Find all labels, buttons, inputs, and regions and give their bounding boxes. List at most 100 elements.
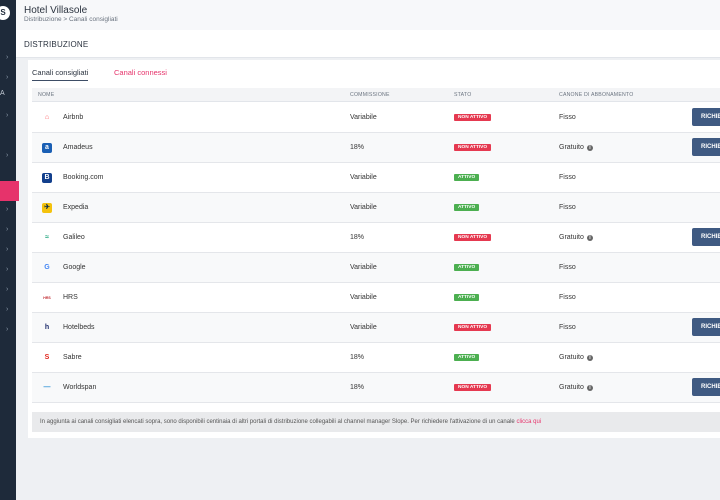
channel-commission: 18% [350,384,365,391]
request-button[interactable]: RICHIEDI [692,108,720,126]
hrs-logo-icon: HRS [43,296,51,300]
channel-fee: Gratuito i [559,234,593,241]
status-badge: NON ATTIVO [454,324,492,331]
channel-name: Galileo [63,234,85,241]
table-row: h Hotelbeds Variabile NON ATTIVO Fisso RICHIE… [32,313,720,343]
amadeus-logo-icon: a [42,143,52,153]
worldspan-logo-icon: — [43,384,51,391]
status-badge: NON ATTIVO [454,384,492,391]
column-header-commissione: COMMISSIONE [350,92,390,98]
status-badge: NON ATTIVO [454,234,492,241]
channel-commission: Variabile [350,294,377,301]
status-badge: ATTIVO [454,354,480,361]
galileo-logo-icon: ≈ [45,234,49,241]
nav-chevron-icon[interactable]: › [6,54,12,62]
table-row: S Sabre 18% ATTIVO Gratuito i [32,343,720,373]
nav-chevron-icon[interactable]: › [6,246,12,254]
app-title: Hotel Villasole [24,5,88,16]
channel-fee-text: Fisso [559,294,576,301]
channel-commission: Variabile [350,264,377,271]
expedia-logo-icon: ✈ [42,203,52,213]
request-button[interactable]: RICHIEDI [692,378,720,396]
tab-canali-consigliati[interactable]: Canali consigliati [32,68,89,81]
channel-commission: 18% [350,144,365,151]
page-title: DISTRIBUZIONE [24,40,89,49]
tab-canali-connessi[interactable]: Canali connessi [114,68,167,77]
info-icon[interactable]: i [586,355,593,361]
app-logo-icon[interactable]: S [0,6,10,20]
channel-commission: Variabile [350,324,377,331]
channel-name: HRS [63,294,78,301]
channel-commission: 18% [350,234,365,241]
table-row: G Google Variabile ATTIVO Fisso [32,253,720,283]
channels-card: Canali consigliati Canali connessi NOME … [28,60,720,438]
channel-fee: Fisso [559,324,576,331]
request-button[interactable]: RICHIEDI [692,138,720,156]
table-row: B Booking.com Variabile ATTIVO Fisso [32,163,720,193]
channel-fee: Gratuito i [559,144,593,151]
nav-chevron-icon[interactable]: › [6,226,12,234]
nav-chevron-icon[interactable]: › [6,74,12,82]
table-row: ✈ Expedia Variabile ATTIVO Fisso [32,193,720,223]
channel-fee: Gratuito i [559,384,593,391]
channel-name: Expedia [63,204,89,211]
channel-commission: 18% [350,354,365,361]
nav-letter-icon[interactable]: A [0,90,5,97]
status-badge: ATTIVO [454,204,480,211]
nav-item-active[interactable] [0,181,19,201]
channel-fee: Fisso [559,204,576,211]
footer-link[interactable]: clicca qui [516,419,541,425]
column-header-nome: NOME [38,92,55,98]
channel-fee: Fisso [559,294,576,301]
channel-name: Airbnb [63,114,84,121]
channel-name: Amadeus [63,144,93,151]
airbnb-logo-icon: ⌂ [44,114,50,121]
channel-fee-text: Fisso [559,114,576,121]
channel-name: Google [63,264,86,271]
booking-logo-icon: B [42,173,52,183]
channel-fee: Fisso [559,174,576,181]
status-badge: NON ATTIVO [454,114,492,121]
column-header-canone: CANONE DI ABBONAMENTO [559,92,634,98]
google-logo-icon: G [44,264,50,271]
channel-fee-text: Fisso [559,204,576,211]
channel-name: Booking.com [63,174,104,181]
top-header: Hotel Villasole Distribuzione > Canali c… [16,0,720,30]
channel-name: Hotelbeds [63,324,95,331]
info-icon[interactable]: i [586,385,593,391]
nav-chevron-icon[interactable]: › [6,326,12,334]
status-badge: NON ATTIVO [454,144,492,151]
channel-name: Sabre [63,354,82,361]
channel-fee-text: Gratuito [559,354,584,361]
table-row: a Amadeus 18% NON ATTIVO Gratuitoi RICHIEDI [32,133,720,163]
request-button[interactable]: RICHIEDI [692,318,720,336]
sabre-logo-icon: S [44,354,50,361]
column-header-stato: STATO [454,92,472,98]
channel-commission: Variabile [350,114,377,121]
section-header: DISTRIBUZIONE [16,30,720,58]
request-button[interactable]: RICHIEDI [692,228,720,246]
nav-chevron-icon[interactable]: › [6,152,12,160]
footer-note: In aggiunta ai canali consigliati elenca… [32,412,720,432]
nav-chevron-icon[interactable]: › [6,266,12,274]
nav-chevron-icon[interactable]: › [6,206,12,214]
channel-fee-text: Fisso [559,174,576,181]
breadcrumb: Distribuzione > Canali consigliati [24,16,118,23]
info-icon[interactable]: i [586,145,593,151]
nav-chevron-icon[interactable]: › [6,286,12,294]
channel-fee-text: Gratuito [559,234,584,241]
side-nav: S › › A › › › › › › › › › [0,0,19,500]
info-icon[interactable]: i [586,235,593,241]
table-row: HRS HRS Variabile ATTIVO Fisso [32,283,720,313]
channel-fee-text: Gratuito [559,384,584,391]
hotelbeds-logo-icon: h [44,324,50,331]
status-badge: ATTIVO [454,264,480,271]
channel-commission: Variabile [350,174,377,181]
nav-chevron-icon[interactable]: › [6,112,12,120]
channel-fee-text: Gratuito [559,144,584,151]
channel-name: Worldspan [63,384,97,391]
channel-fee: Gratuito i [559,354,593,361]
nav-chevron-icon[interactable]: › [6,306,12,314]
footer-note-text: In aggiunta ai canali consigliati elenca… [40,419,517,425]
table-header: NOME COMMISSIONE STATO CANONE DI ABBONAM… [32,88,720,102]
